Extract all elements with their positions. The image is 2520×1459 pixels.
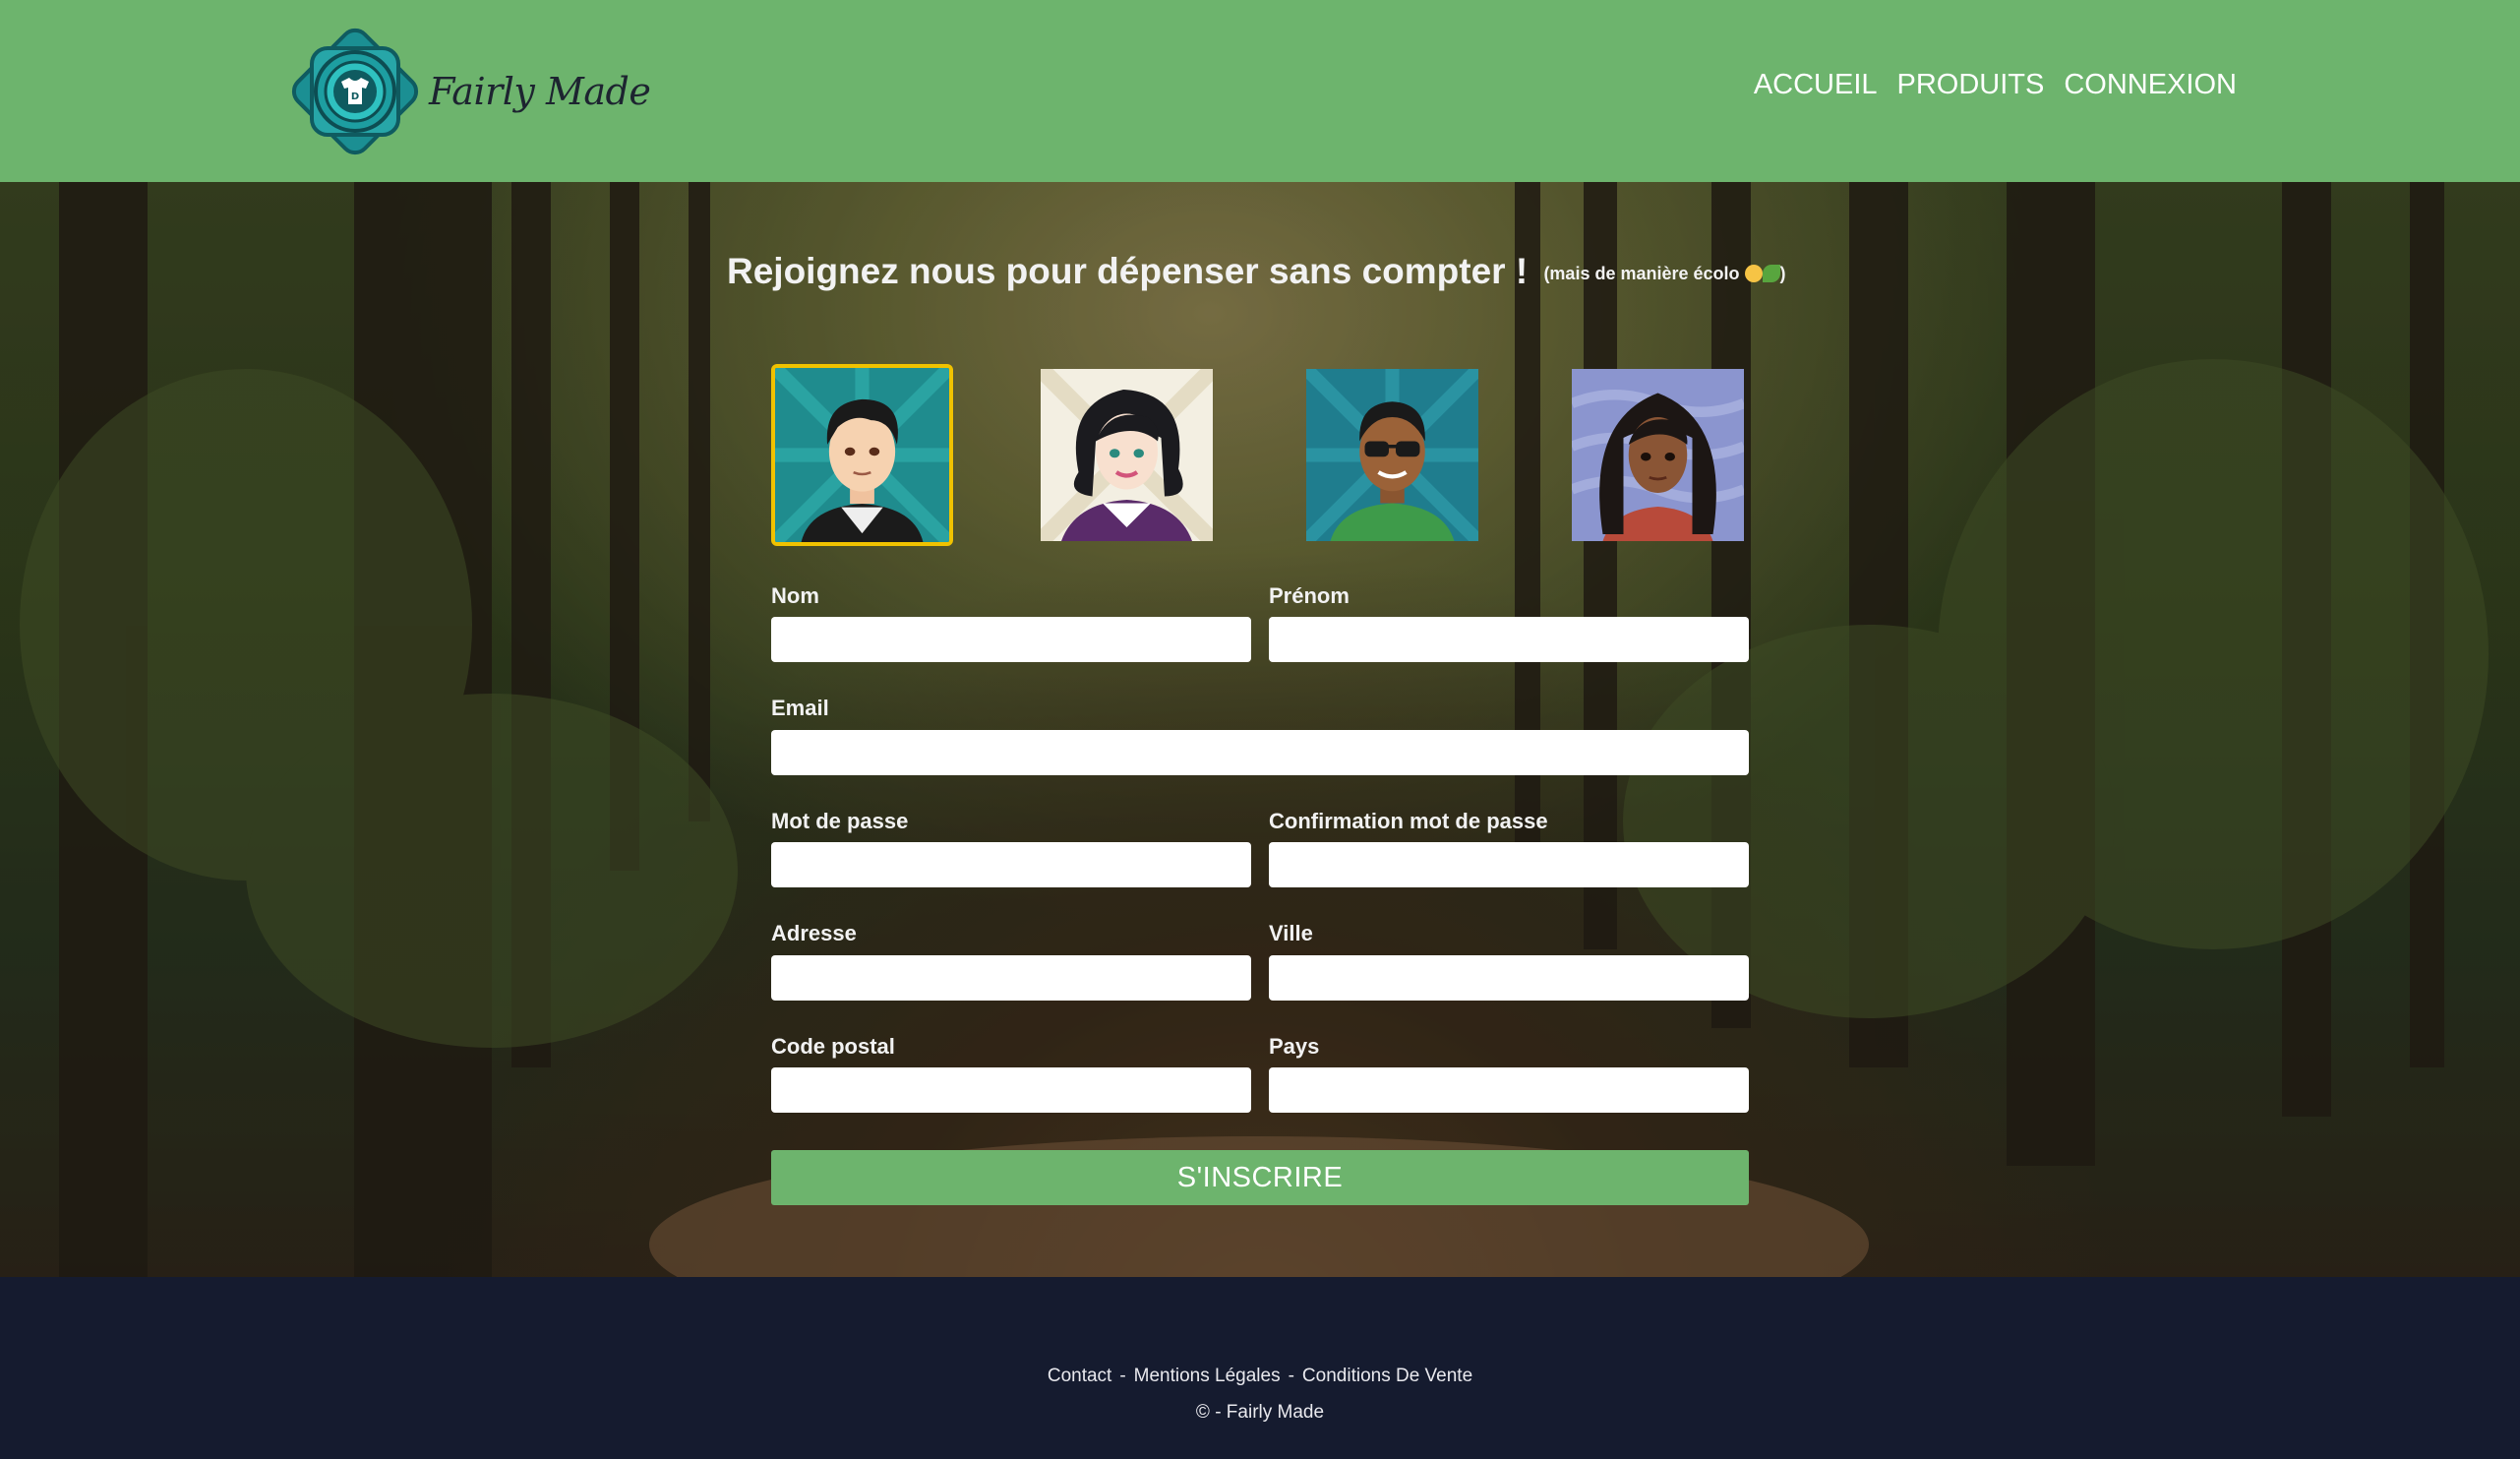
email-input[interactable]: [771, 730, 1749, 775]
signup-section: Rejoignez nous pour dépenser sans compte…: [0, 182, 2520, 1277]
email-label: Email: [771, 696, 829, 720]
footer-link-conditions-vente[interactable]: Conditions De Vente: [1302, 1366, 1472, 1386]
pays-label: Pays: [1269, 1034, 1320, 1059]
ville-input[interactable]: [1269, 955, 1749, 1001]
site-header: D Fairly Made ACCUEIL PRODUITS CONNEXION: [0, 0, 2520, 182]
signup-subtitle-prefix: (mais de manière écolo: [1543, 264, 1740, 283]
logo-text: Fairly Made: [429, 70, 651, 113]
nav-produits[interactable]: PRODUITS: [1897, 69, 2045, 101]
logo-icon: D: [291, 28, 419, 155]
svg-text:D: D: [351, 91, 359, 102]
adresse-input[interactable]: [771, 955, 1251, 1001]
avatar-option-1[interactable]: [771, 364, 953, 546]
prenom-input[interactable]: [1269, 617, 1749, 662]
nom-label: Nom: [771, 583, 819, 608]
signup-subtitle: (mais de manière écolo ): [1543, 264, 1785, 283]
leaf-emoji-icon: [1762, 265, 1780, 282]
signup-title: Rejoignez nous pour dépenser sans compte…: [727, 251, 1786, 292]
signup-title-text: Rejoignez nous pour dépenser sans compte…: [727, 251, 1529, 291]
avatar-man-sunglasses-icon: [1306, 369, 1478, 541]
signup-button[interactable]: S'INSCRIRE: [771, 1150, 1749, 1205]
footer-link-contact[interactable]: Contact: [1048, 1366, 1111, 1386]
footer-link-mentions-legales[interactable]: Mentions Légales: [1134, 1366, 1281, 1386]
code-postal-label: Code postal: [771, 1034, 895, 1059]
ville-label: Ville: [1269, 921, 1313, 945]
password-input[interactable]: [771, 842, 1251, 887]
adresse-label: Adresse: [771, 921, 857, 945]
signup-subtitle-suffix: ): [1779, 264, 1786, 283]
avatar-option-3[interactable]: [1306, 369, 1478, 541]
copyright-text: © - Fairly Made: [1195, 1402, 1325, 1423]
avatar-woman-black-hair-icon: [1041, 369, 1213, 541]
footer-separator: -: [1119, 1366, 1126, 1386]
nom-input[interactable]: [771, 617, 1251, 662]
footer-links: Contact - Mentions Légales - Conditions De V…: [0, 1366, 2520, 1387]
logo-link[interactable]: D Fairly Made: [285, 24, 651, 159]
avatar-man-black-hair-icon: [775, 368, 949, 542]
code-postal-input[interactable]: [771, 1067, 1251, 1113]
nav-accueil[interactable]: ACCUEIL: [1754, 69, 1878, 101]
smile-emoji-icon: [1744, 265, 1763, 282]
nav-connexion[interactable]: CONNEXION: [2064, 69, 2237, 101]
password-confirm-label: Confirmation mot de passe: [1269, 809, 1548, 833]
pays-input[interactable]: [1269, 1067, 1749, 1113]
avatar-option-2[interactable]: [1041, 369, 1213, 541]
password-label: Mot de passe: [771, 809, 909, 833]
avatar-woman-long-hair-icon: [1572, 369, 1744, 541]
site-footer: Contact - Mentions Légales - Conditions De V…: [0, 1277, 2520, 1459]
main-nav: ACCUEIL PRODUITS CONNEXION: [1754, 69, 2237, 101]
footer-separator: -: [1288, 1366, 1294, 1386]
avatar-option-4[interactable]: [1572, 369, 1744, 541]
prenom-label: Prénom: [1269, 583, 1350, 608]
password-confirm-input[interactable]: [1269, 842, 1749, 887]
